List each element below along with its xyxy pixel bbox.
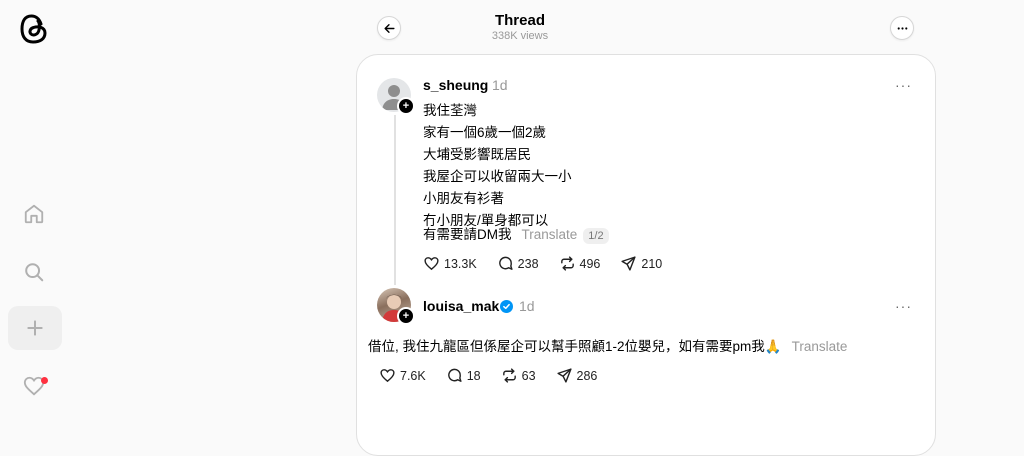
plus-icon	[27, 320, 43, 336]
post-last-line: 有需要請DM我 Translate 1/2	[423, 223, 609, 244]
page-indicator: 1/2	[583, 228, 609, 244]
username[interactable]: louisa_mak	[423, 298, 499, 314]
repost-count: 63	[521, 368, 536, 383]
threads-logo-icon[interactable]	[18, 12, 50, 46]
like-button[interactable]: 7.6K	[379, 367, 426, 384]
arrow-left-icon	[383, 23, 395, 33]
comment-icon	[447, 368, 462, 382]
reply-text-line: 借位, 我住九龍區但係屋企可以幫手照顧1-2位嬰兒，如有需要pm我🙏 Transl…	[368, 335, 847, 355]
follow-plus-icon[interactable]: +	[397, 307, 415, 325]
send-icon	[556, 368, 572, 383]
post-text-line: 小朋友有衫著	[423, 191, 504, 206]
follow-plus-icon[interactable]: +	[397, 97, 415, 115]
repost-icon	[560, 256, 574, 271]
share-button[interactable]: 210	[620, 255, 662, 272]
post-actions: 13.3K 238 496 210	[423, 255, 662, 272]
translate-link[interactable]: Translate	[522, 227, 578, 242]
share-button[interactable]: 286	[556, 367, 598, 384]
share-count: 210	[641, 256, 663, 271]
like-count: 7.6K	[400, 368, 426, 383]
send-icon	[621, 256, 636, 271]
post-time: 1d	[519, 298, 535, 314]
comment-button[interactable]: 238	[497, 255, 539, 272]
search-icon[interactable]	[20, 258, 48, 286]
view-count: 338K views	[491, 30, 549, 42]
comment-count: 18	[466, 368, 481, 383]
repost-button[interactable]: 496	[559, 255, 601, 272]
share-count: 286	[576, 368, 598, 383]
comment-button[interactable]: 18	[446, 367, 481, 384]
more-icon	[897, 26, 907, 30]
post-options-button[interactable]: ···	[895, 298, 912, 314]
notification-dot	[41, 377, 48, 384]
translate-link[interactable]: Translate	[792, 339, 848, 354]
comment-count: 238	[517, 256, 539, 271]
post-time: 1d	[492, 77, 508, 93]
like-button[interactable]: 13.3K	[423, 255, 477, 272]
repost-count: 496	[579, 256, 601, 271]
page-title: Thread	[494, 12, 545, 29]
post-text-line: 借位, 我住九龍區但係屋企可以幫手照顧1-2位嬰兒，如有需要pm我🙏	[368, 339, 782, 354]
post-text-line: 有需要請DM我	[423, 227, 512, 242]
heart-icon	[380, 369, 395, 383]
post-text-line: 大埔受影響既居民	[423, 147, 531, 162]
post-actions: 7.6K 18 63 286	[379, 367, 597, 384]
username[interactable]: s_sheung	[423, 77, 488, 93]
create-button[interactable]	[8, 306, 62, 350]
post-text-line: 我屋企可以收留兩大一小	[423, 169, 572, 184]
heart-icon	[424, 257, 439, 271]
home-icon[interactable]	[20, 200, 48, 228]
comment-icon	[498, 256, 513, 270]
post-text-line: 家有一個6歲一個2歲	[423, 125, 547, 140]
verified-badge-icon	[500, 300, 513, 313]
post-options-button[interactable]: ···	[895, 77, 912, 93]
thread-connector	[394, 115, 396, 285]
like-count: 13.3K	[444, 256, 477, 271]
repost-button[interactable]: 63	[501, 367, 536, 384]
repost-icon	[502, 368, 516, 383]
thread-options-button[interactable]	[890, 16, 914, 40]
thread-card: + s_sheung 1d ··· 我住荃灣 家有一個6歲一個2歲 大埔受影響既…	[356, 54, 936, 456]
post-text-line: 我住荃灣	[423, 103, 477, 118]
